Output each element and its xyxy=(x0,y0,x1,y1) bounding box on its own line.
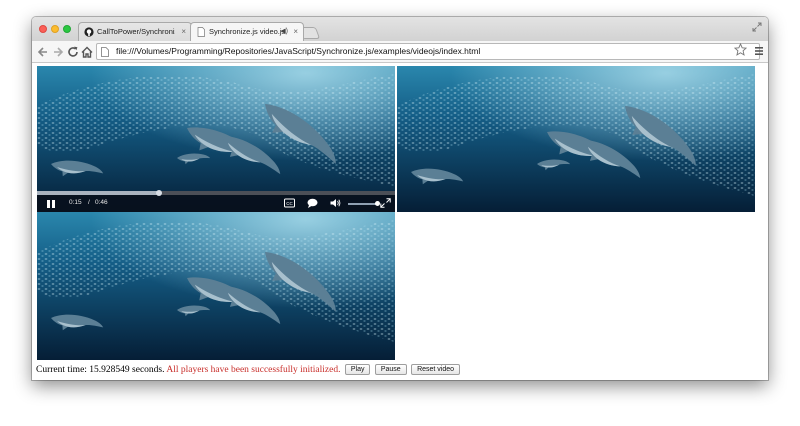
svg-text:CC: CC xyxy=(286,201,293,206)
page-icon xyxy=(101,47,109,57)
progress-handle[interactable] xyxy=(155,190,162,196)
duration: 0:46 xyxy=(95,199,108,206)
pause-icon[interactable] xyxy=(47,200,55,208)
volume-handle[interactable] xyxy=(374,201,380,206)
video-player-1[interactable]: 0:15 / 0:46 CC xyxy=(37,66,395,212)
tab-title: CallToPower/Synchronize xyxy=(97,27,175,36)
tab-close-icon[interactable]: × xyxy=(181,23,186,40)
play-button[interactable]: Play xyxy=(344,364,371,376)
reset-video-button[interactable]: Reset video xyxy=(411,364,461,376)
browser-toolbar: file:///Volumes/Programming/Repositories… xyxy=(32,41,768,63)
fullscreen-window-icon[interactable] xyxy=(752,22,762,32)
address-bar[interactable]: file:///Volumes/Programming/Repositories… xyxy=(96,43,760,60)
home-icon[interactable] xyxy=(80,45,94,59)
reload-icon[interactable] xyxy=(66,45,80,59)
forward-icon[interactable] xyxy=(51,45,65,59)
volume-icon[interactable] xyxy=(330,198,341,208)
pause-button[interactable]: Pause xyxy=(374,364,407,376)
back-icon[interactable] xyxy=(36,45,50,59)
video-control-bar: 0:15 / 0:46 CC xyxy=(37,190,395,212)
progress-bar[interactable] xyxy=(37,190,395,196)
page-icon xyxy=(197,27,205,37)
tab-strip: CallToPower/Synchronize × Synchronize.js… xyxy=(32,17,768,41)
tab-close-icon[interactable]: × xyxy=(293,23,298,40)
video-player-2[interactable] xyxy=(397,66,755,212)
video-player-3[interactable] xyxy=(37,212,395,360)
chapters-icon[interactable] xyxy=(307,198,318,208)
audio-playing-icon: ◀) xyxy=(280,28,288,35)
current-time: 0:15 xyxy=(69,199,82,206)
time-divider: / xyxy=(88,199,90,206)
init-message: All players have been successfully initi… xyxy=(166,365,341,375)
window-close-button[interactable] xyxy=(39,25,47,33)
tab-title: Synchronize.js video.js xyxy=(209,27,286,36)
progress-fill xyxy=(37,191,159,195)
video-frame xyxy=(37,212,395,360)
captions-icon[interactable]: CC xyxy=(284,198,295,208)
current-time-text: Current time: 15.928549 seconds. xyxy=(36,365,165,375)
tab-synchronize[interactable]: Synchronize.js video.js ◀) × xyxy=(190,22,304,41)
tab-github[interactable]: CallToPower/Synchronize × xyxy=(78,22,192,41)
window-minimize-button[interactable] xyxy=(51,25,59,33)
video-frame xyxy=(397,66,755,212)
status-line: Current time: 15.928549 seconds. All pla… xyxy=(36,364,461,376)
volume-slider[interactable] xyxy=(348,201,380,206)
github-icon xyxy=(84,27,94,37)
fullscreen-icon[interactable] xyxy=(380,198,391,208)
address-url[interactable]: file:///Volumes/Programming/Repositories… xyxy=(116,44,480,59)
window-maximize-button[interactable] xyxy=(63,25,71,33)
bookmark-star-icon[interactable] xyxy=(734,43,747,56)
page-content: 0:15 / 0:46 CC Current time: 15.928549 s… xyxy=(32,64,768,380)
menu-icon[interactable] xyxy=(754,45,764,57)
browser-window: CallToPower/Synchronize × Synchronize.js… xyxy=(32,17,768,380)
